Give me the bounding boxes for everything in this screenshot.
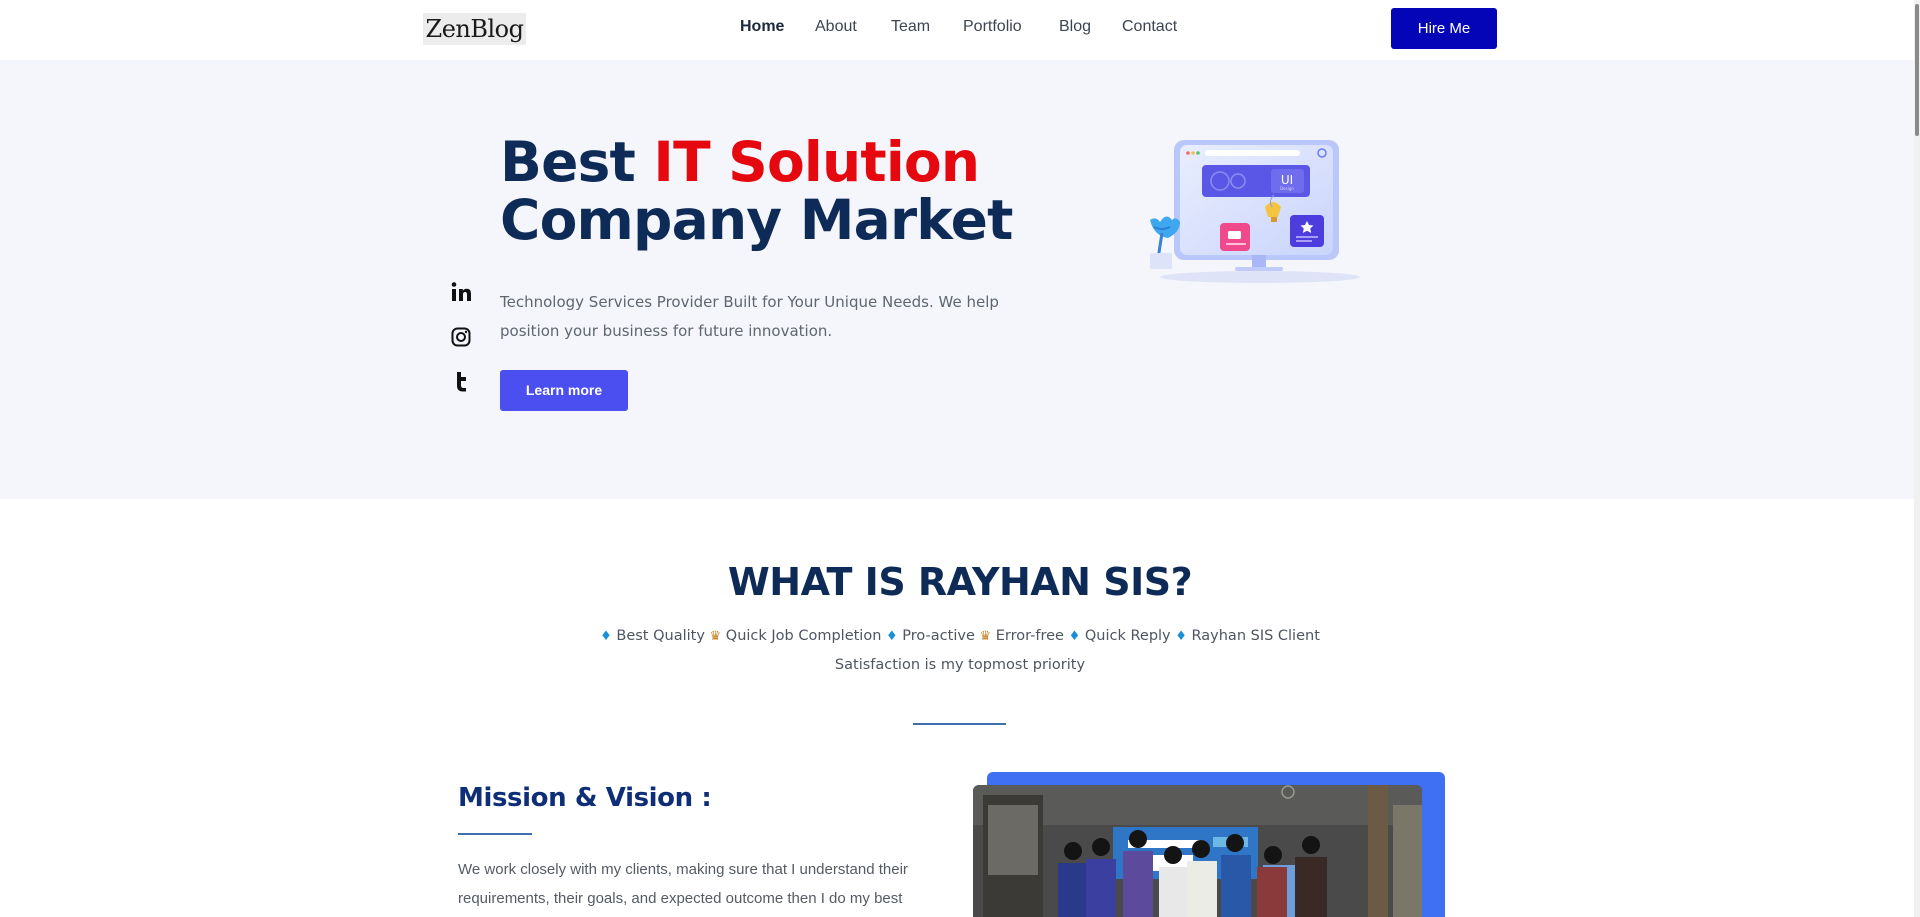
site-header: ZenBlog Home About Team Portfolio Blog C… bbox=[0, 0, 1914, 60]
feature-label: Best Quality bbox=[616, 628, 705, 644]
team-photo bbox=[973, 785, 1422, 917]
feature-label: Error-free bbox=[995, 628, 1064, 644]
gem-icon: ♦ bbox=[1068, 629, 1081, 644]
mission-vision-title: Mission & Vision : bbox=[458, 783, 712, 813]
hero-title: Best IT Solution Company Market bbox=[500, 133, 1013, 249]
hero-description: Technology Services Provider Built for Y… bbox=[500, 293, 999, 340]
page-scrollbar-thumb[interactable] bbox=[1915, 4, 1919, 136]
linkedin-icon[interactable] bbox=[450, 281, 472, 303]
feature-label: Pro-active bbox=[902, 628, 975, 644]
feature-item: ♦ Rayhan SIS Client bbox=[1175, 628, 1320, 644]
nav-about[interactable]: About bbox=[815, 18, 857, 36]
mission-divider bbox=[458, 833, 532, 835]
trophy-icon: ♛ bbox=[979, 629, 992, 644]
feature-tagline: Satisfaction is my topmost priority bbox=[834, 657, 1086, 673]
gem-icon: ♦ bbox=[1175, 629, 1187, 644]
feature-list: ♦ Best Quality ♛ Quick Job Completion ♦ … bbox=[560, 622, 1360, 680]
feature-item: ♦ Quick Reply bbox=[1069, 628, 1171, 644]
illustration-design-label: Design bbox=[1280, 186, 1294, 191]
feature-label: Quick Job Completion bbox=[725, 628, 882, 644]
feature-item: ♦ Pro-active bbox=[886, 628, 975, 644]
feature-item: ♛ Quick Job Completion bbox=[710, 628, 882, 644]
nav-contact[interactable]: Contact bbox=[1122, 18, 1177, 36]
hire-me-button[interactable]: Hire Me bbox=[1391, 8, 1497, 49]
hero-title-accent: IT Solution bbox=[653, 130, 980, 194]
nav-team[interactable]: Team bbox=[891, 18, 930, 36]
about-section-title: WHAT IS RAYHAN SIS? bbox=[727, 560, 1193, 604]
hero-title-line2: Company Market bbox=[500, 188, 1013, 252]
nav-portfolio[interactable]: Portfolio bbox=[963, 18, 1022, 36]
feature-label: Rayhan SIS Client bbox=[1191, 628, 1320, 644]
nav-blog[interactable]: Blog bbox=[1059, 18, 1091, 36]
section-divider bbox=[913, 723, 1006, 725]
nav-home[interactable]: Home bbox=[740, 18, 784, 36]
feature-item: ♦ Best Quality bbox=[600, 628, 705, 644]
ui-design-illustration: UI Design bbox=[1150, 140, 1360, 283]
mission-text: We work closely with my clients, making … bbox=[458, 861, 908, 907]
gem-icon: ♦ bbox=[886, 629, 898, 644]
learn-more-button[interactable]: Learn more bbox=[500, 370, 628, 411]
hero-title-part1: Best bbox=[500, 130, 654, 194]
illustration-ui-label: UI bbox=[1281, 173, 1293, 187]
tumblr-icon[interactable] bbox=[450, 370, 472, 392]
feature-label: Quick Reply bbox=[1084, 628, 1171, 644]
hero-section: Best IT Solution Company Market Technolo… bbox=[0, 60, 1914, 499]
team-photo-image bbox=[973, 785, 1422, 917]
main-nav: Home About Team Portfolio Blog Contact bbox=[0, 18, 1914, 42]
page-scrollbar[interactable] bbox=[1914, 0, 1920, 917]
gem-icon: ♦ bbox=[600, 629, 612, 644]
trophy-icon: ♛ bbox=[709, 629, 722, 644]
feature-item: ♛ Error-free bbox=[979, 628, 1064, 644]
instagram-icon[interactable] bbox=[450, 326, 472, 348]
